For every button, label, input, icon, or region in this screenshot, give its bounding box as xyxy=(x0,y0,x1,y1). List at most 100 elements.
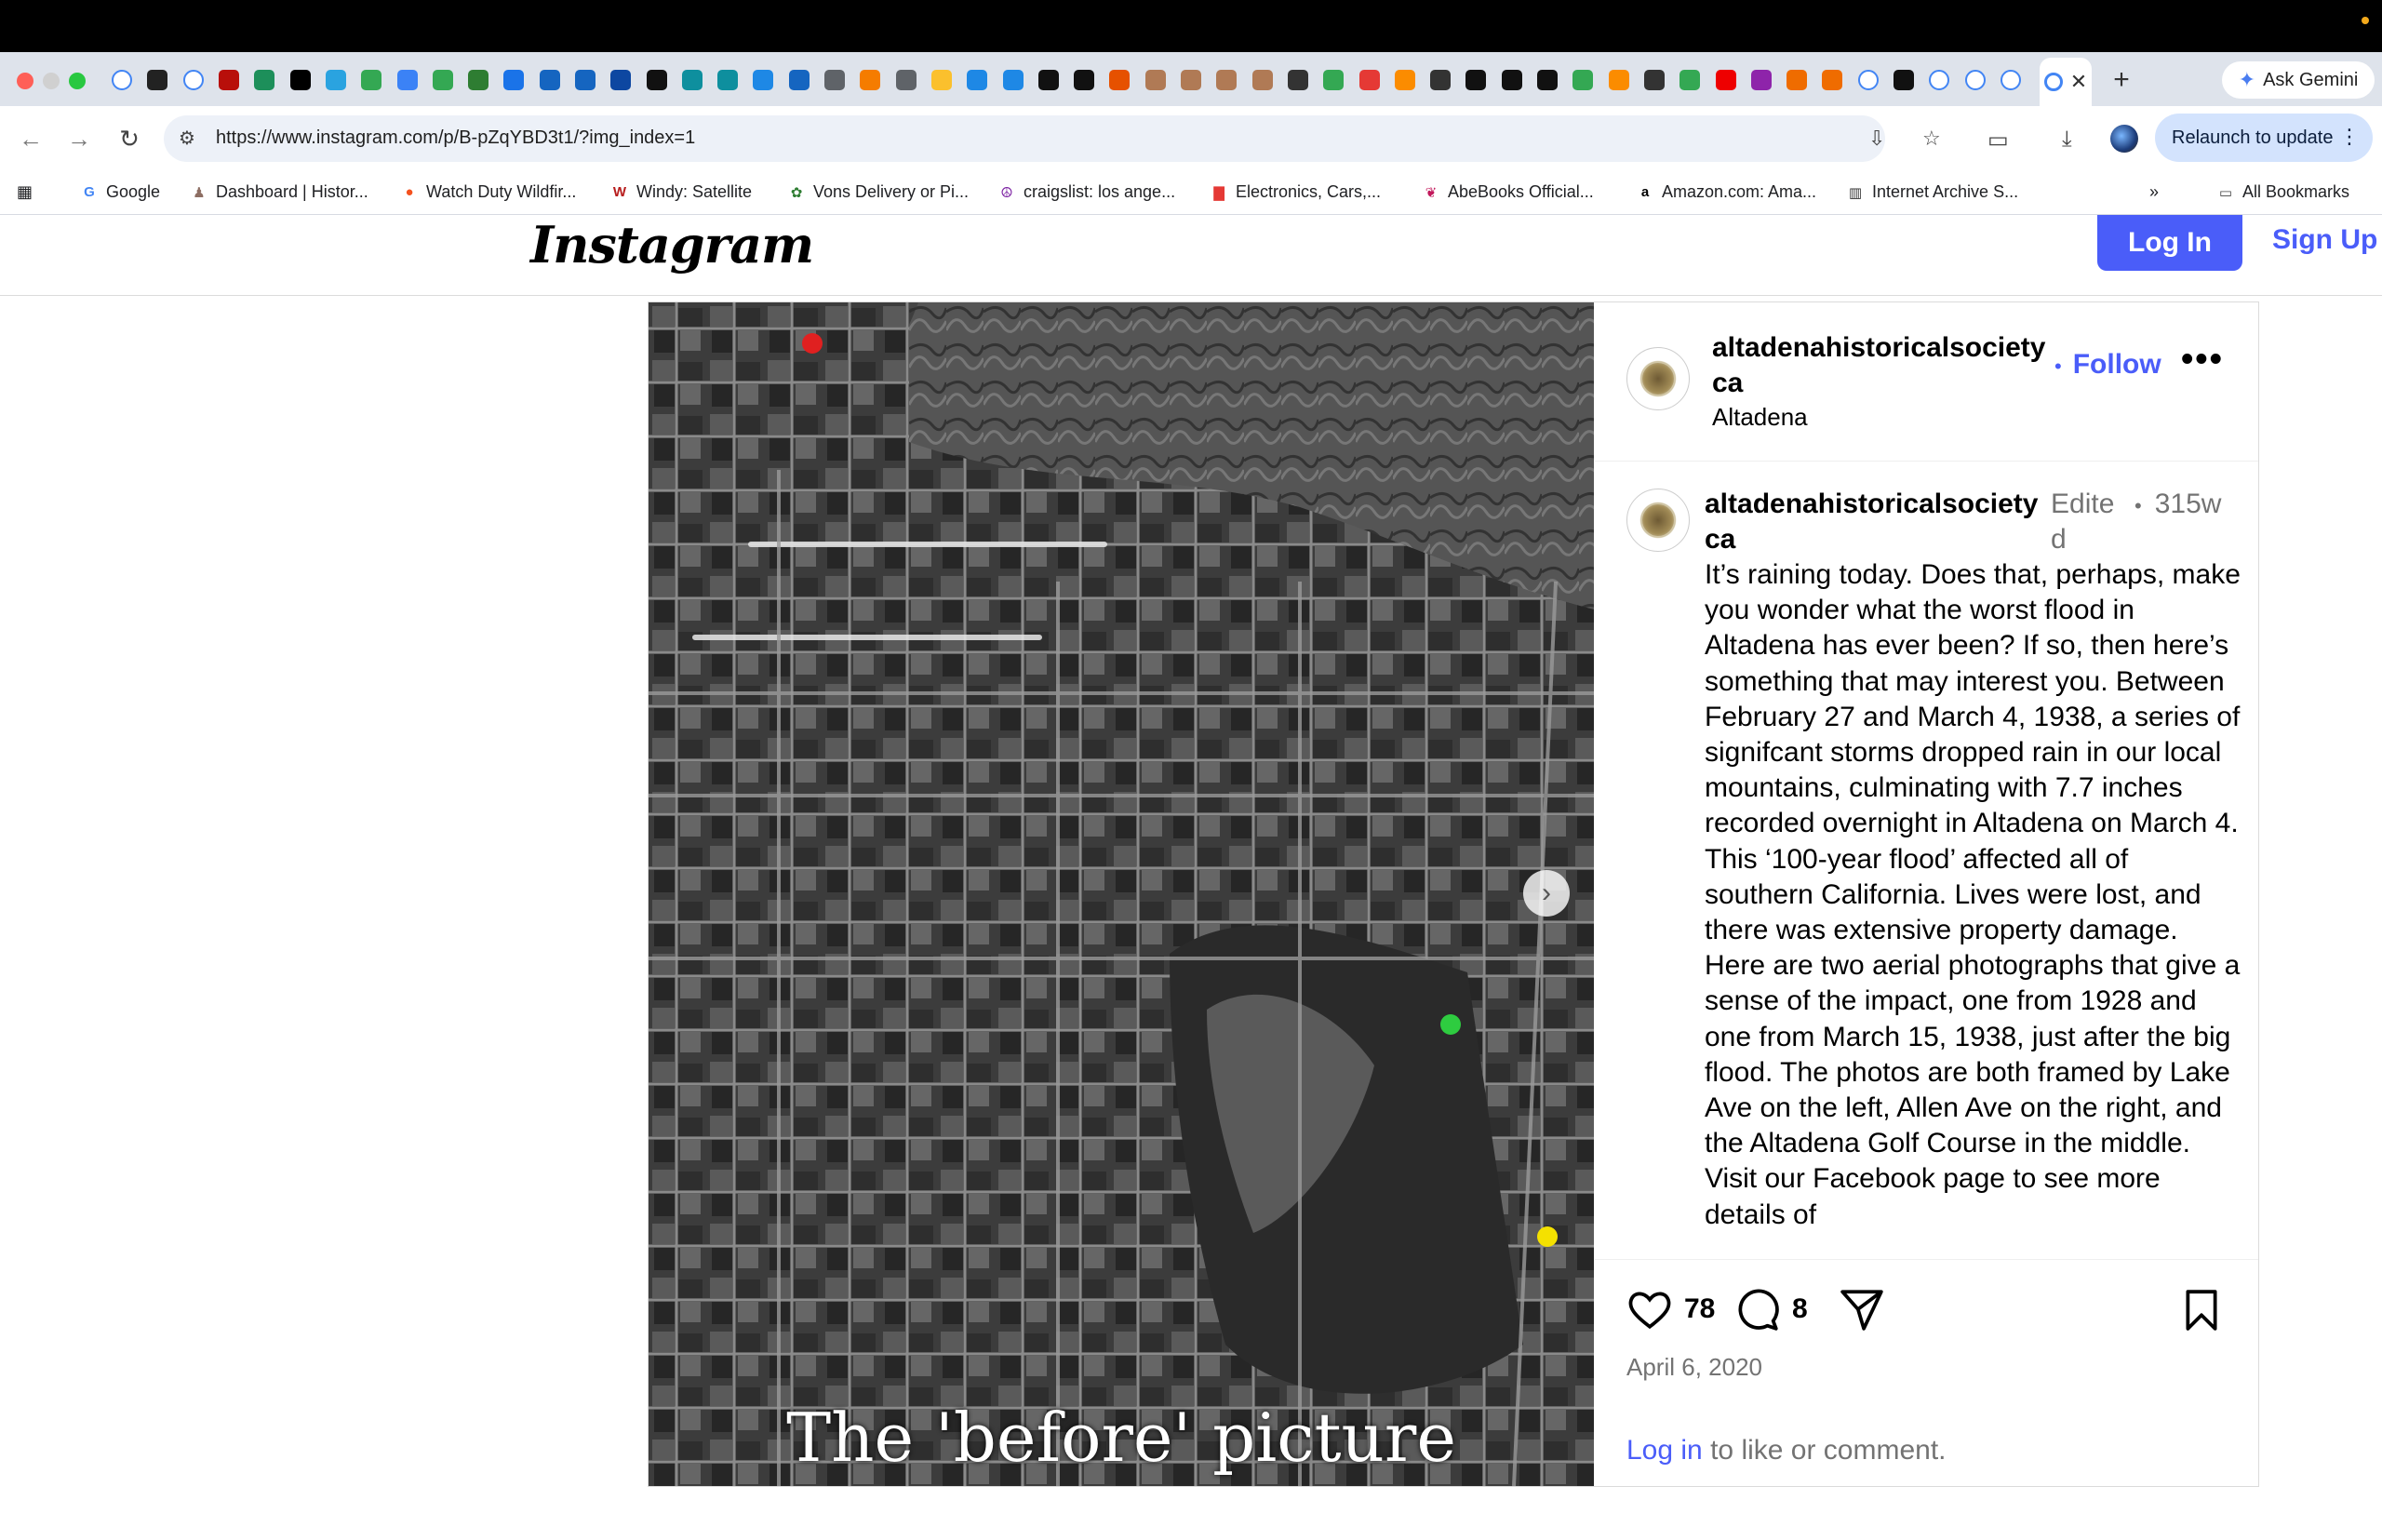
tab-item[interactable] xyxy=(675,66,710,94)
author-username[interactable]: altadenahistoricalsocietyca xyxy=(1712,330,2047,401)
tab-item[interactable] xyxy=(852,66,888,94)
tab-item[interactable] xyxy=(1066,66,1102,94)
comment-icon[interactable] xyxy=(1734,1288,1781,1331)
tab-item[interactable] xyxy=(1886,66,1921,94)
post-photo[interactable]: The 'before' picture › xyxy=(649,302,1594,1486)
tab-item[interactable] xyxy=(603,66,638,94)
tab-item[interactable] xyxy=(568,66,603,94)
tab-item[interactable] xyxy=(247,66,282,94)
bookmark-item[interactable]: W Windy: Satellite xyxy=(610,182,752,202)
bookmark-item[interactable]: ▇ Electronics, Cars,... xyxy=(1210,182,1381,202)
back-button[interactable]: ← xyxy=(17,125,45,153)
profile-avatar[interactable] xyxy=(2110,125,2138,153)
caption-author-avatar[interactable] xyxy=(1626,489,1690,552)
tab-item[interactable] xyxy=(318,66,354,94)
author-avatar[interactable] xyxy=(1626,347,1690,410)
tab-item[interactable] xyxy=(1102,66,1137,94)
instagram-logo[interactable]: Instagram xyxy=(530,215,814,275)
tab-item[interactable] xyxy=(282,66,317,94)
tab-item[interactable] xyxy=(1031,66,1066,94)
tab-item[interactable] xyxy=(425,66,461,94)
downloads-icon[interactable]: ⤓ xyxy=(2062,127,2072,153)
tab-item[interactable] xyxy=(1423,66,1458,94)
tab-item[interactable] xyxy=(1637,66,1672,94)
bookmark-item[interactable]: G Google xyxy=(80,182,160,202)
tab-item[interactable] xyxy=(532,66,568,94)
tab-item[interactable] xyxy=(1814,66,1850,94)
tab-item[interactable] xyxy=(1351,66,1386,94)
tab-item[interactable] xyxy=(1458,66,1493,94)
tab-item[interactable] xyxy=(1494,66,1530,94)
more-options-icon[interactable]: ••• xyxy=(2181,340,2224,380)
save-bookmark-icon[interactable] xyxy=(2181,1288,2222,1331)
tab-item[interactable] xyxy=(817,66,852,94)
tab-item[interactable] xyxy=(1779,66,1814,94)
tab-item[interactable] xyxy=(1744,66,1779,94)
tab-item[interactable] xyxy=(1316,66,1351,94)
close-window-button[interactable] xyxy=(17,73,33,89)
menu-kebab-icon[interactable]: ⋮ xyxy=(2339,125,2360,149)
login-button[interactable]: Log In xyxy=(2097,215,2242,271)
tab-item[interactable] xyxy=(995,66,1030,94)
tab-item[interactable] xyxy=(924,66,959,94)
tab-item[interactable] xyxy=(1600,66,1636,94)
share-icon[interactable] xyxy=(1839,1288,1885,1331)
bookmark-item[interactable]: ▥ Internet Archive S... xyxy=(1846,182,2018,202)
install-app-icon[interactable]: ⇩ xyxy=(1868,127,1885,151)
tab-item[interactable] xyxy=(140,66,175,94)
tab-item[interactable] xyxy=(782,66,817,94)
url-text[interactable]: https://www.instagram.com/p/B-pZqYBD3t1/… xyxy=(216,127,695,149)
tab-item[interactable] xyxy=(354,66,389,94)
caption-author-username[interactable]: altadenahistoricalsocietyca xyxy=(1705,487,2049,557)
heart-icon[interactable] xyxy=(1626,1288,1673,1331)
post-location[interactable]: Altadena xyxy=(1712,403,1808,432)
new-tab-button[interactable]: + xyxy=(2105,63,2138,97)
all-bookmarks-folder[interactable]: ▭ All Bookmarks xyxy=(2216,182,2349,202)
cast-icon[interactable]: ▭ xyxy=(1987,127,2009,154)
signup-link[interactable]: Sign Up xyxy=(2272,224,2377,256)
tab-item[interactable] xyxy=(1957,66,1992,94)
address-bar[interactable]: ⚙ https://www.instagram.com/p/B-pZqYBD3t… xyxy=(164,115,1941,162)
tab-item[interactable] xyxy=(1565,66,1600,94)
tab-item[interactable] xyxy=(389,66,424,94)
close-tab-icon[interactable]: ✕ xyxy=(2070,70,2087,94)
tab-item[interactable] xyxy=(1209,66,1244,94)
relaunch-button[interactable]: Relaunch to update ⋮ xyxy=(2155,114,2373,162)
tab-item[interactable] xyxy=(1707,66,1743,94)
login-link[interactable]: Log in xyxy=(1626,1435,1703,1466)
bookmark-item[interactable]: ♟ Dashboard | Histor... xyxy=(190,182,368,202)
bookmark-item[interactable]: a Amazon.com: Ama... xyxy=(1636,182,1816,202)
tab-item[interactable] xyxy=(1851,66,1886,94)
tab-item[interactable] xyxy=(1173,66,1209,94)
tab-item[interactable] xyxy=(745,66,781,94)
tab-item[interactable] xyxy=(1138,66,1173,94)
tab-item[interactable] xyxy=(959,66,995,94)
tab-item[interactable] xyxy=(710,66,745,94)
tab-item[interactable] xyxy=(496,66,531,94)
bookmark-item[interactable]: ● Watch Duty Wildfir... xyxy=(400,182,576,202)
tab-item[interactable] xyxy=(638,66,674,94)
tab-item[interactable] xyxy=(176,66,211,94)
more-bookmarks-icon[interactable]: » xyxy=(2149,182,2159,202)
zoom-window-button[interactable] xyxy=(69,73,86,89)
bookmark-star-icon[interactable]: ☆ xyxy=(1922,127,1941,151)
follow-button[interactable]: • Follow xyxy=(2054,349,2161,381)
tab-item[interactable] xyxy=(1245,66,1280,94)
bookmark-item[interactable]: ☮ craigslist: los ange... xyxy=(997,182,1175,202)
reload-button[interactable]: ↻ xyxy=(115,125,143,153)
tab-item[interactable] xyxy=(1993,66,2028,94)
tab-item[interactable] xyxy=(461,66,496,94)
tab-item[interactable] xyxy=(1530,66,1565,94)
tab-item[interactable] xyxy=(889,66,924,94)
tab-instagram-active[interactable]: ✕ xyxy=(2040,58,2092,106)
tab-item[interactable] xyxy=(1672,66,1707,94)
next-image-button[interactable]: › xyxy=(1523,870,1570,917)
ask-gemini-button[interactable]: ✦ Ask Gemini xyxy=(2222,61,2375,99)
forward-button[interactable]: → xyxy=(65,125,93,153)
tab-item[interactable] xyxy=(1280,66,1316,94)
tab-item[interactable] xyxy=(1921,66,1957,94)
bookmark-item[interactable]: ✿ Vons Delivery or Pi... xyxy=(787,182,969,202)
minimize-window-button[interactable] xyxy=(43,73,60,89)
tab-item[interactable] xyxy=(211,66,247,94)
apps-grid-icon[interactable]: ▦ xyxy=(17,182,33,202)
